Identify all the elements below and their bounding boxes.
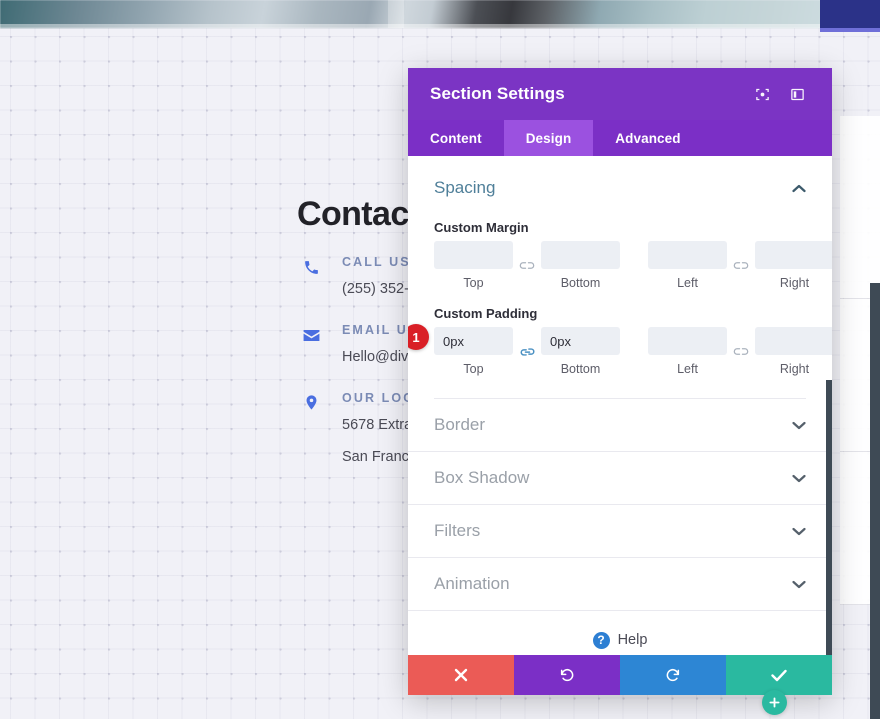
padding-bottom-input[interactable] <box>541 327 620 355</box>
margin-left-input[interactable] <box>648 241 727 269</box>
hero-seam-vertical <box>388 0 404 28</box>
margin-left-caption: Left <box>677 276 698 290</box>
accordion-label: Filters <box>434 521 481 540</box>
modal-tabs: Content Design Advanced <box>408 120 832 156</box>
chevron-down-icon[interactable] <box>792 580 806 589</box>
cancel-button[interactable] <box>408 655 514 695</box>
margin-top-caption: Top <box>463 276 484 290</box>
step-badge: 1 <box>408 324 429 350</box>
custom-margin-label: Custom Margin <box>434 220 529 235</box>
padding-left-caption: Left <box>677 362 698 376</box>
modal-title: Section Settings <box>430 84 565 103</box>
undo-button[interactable] <box>514 655 620 695</box>
chain-broken-icon[interactable] <box>727 338 755 366</box>
page-scrollbar-thumb[interactable] <box>870 283 880 719</box>
modal-footer <box>408 655 832 695</box>
margin-bottom-caption: Bottom <box>560 276 601 290</box>
padding-top-input[interactable] <box>434 327 513 355</box>
accordion-filters[interactable]: Filters <box>408 505 832 558</box>
accordion-label: Border <box>434 415 486 434</box>
margin-bottom-input[interactable] <box>541 241 620 269</box>
chevron-down-icon[interactable] <box>792 527 806 536</box>
padding-right-caption: Right <box>779 362 810 376</box>
modal-header: Section Settings <box>408 68 832 120</box>
close-icon <box>454 668 468 682</box>
modal-scrollbar-thumb[interactable] <box>826 380 832 655</box>
check-icon <box>771 669 787 682</box>
phone-icon <box>301 257 321 277</box>
help-label: Help <box>617 632 648 648</box>
add-button[interactable] <box>762 690 787 715</box>
accordion-label: Box Shadow <box>434 468 530 487</box>
chain-broken-icon[interactable] <box>513 252 541 280</box>
redo-icon <box>665 667 681 683</box>
envelope-icon <box>301 325 321 345</box>
padding-right-input[interactable] <box>755 327 832 355</box>
tab-design[interactable]: Design <box>503 120 594 156</box>
spacing-section: Spacing Custom Margin Top Bottom Left Ri… <box>408 156 832 399</box>
hero-seam <box>0 24 880 28</box>
chevron-up-icon[interactable] <box>792 184 806 193</box>
map-pin-icon <box>301 393 321 413</box>
chain-linked-icon[interactable] <box>513 338 541 366</box>
tab-advanced[interactable]: Advanced <box>593 120 702 156</box>
chevron-down-icon[interactable] <box>792 474 806 483</box>
accordion-animation[interactable]: Animation <box>408 558 832 611</box>
chevron-down-icon[interactable] <box>792 421 806 430</box>
layout-panel-icon[interactable] <box>784 81 810 107</box>
padding-top-caption: Top <box>463 362 484 376</box>
custom-padding-fields: 1 Top Bottom <box>408 324 832 376</box>
section-settings-modal: Section Settings Content Design Advanced… <box>408 68 832 695</box>
margin-top-input[interactable] <box>434 241 513 269</box>
padding-bottom-caption: Bottom <box>560 362 601 376</box>
modal-body: Spacing Custom Margin Top Bottom Left Ri… <box>408 156 832 655</box>
spacing-section-header[interactable]: Spacing <box>434 156 806 210</box>
accordion-box-shadow[interactable]: Box Shadow <box>408 452 832 505</box>
chain-broken-icon[interactable] <box>727 252 755 280</box>
padding-left-input[interactable] <box>648 327 727 355</box>
question-circle-icon: ? <box>592 631 610 649</box>
spacing-title: Spacing <box>434 178 496 197</box>
help-link[interactable]: ? Help <box>408 611 832 655</box>
custom-margin-fields: Top Bottom Left Right <box>434 241 832 290</box>
save-button[interactable] <box>726 655 832 695</box>
redo-button[interactable] <box>620 655 726 695</box>
tab-content[interactable]: Content <box>408 120 504 156</box>
undo-icon <box>559 667 575 683</box>
margin-right-caption: Right <box>779 276 810 290</box>
plus-icon <box>769 697 780 708</box>
custom-padding-label: Custom Padding <box>434 306 538 321</box>
fullscreen-icon[interactable] <box>749 81 775 107</box>
accordion-border[interactable]: Border <box>408 399 832 452</box>
accordion-label: Animation <box>434 574 510 593</box>
margin-right-input[interactable] <box>755 241 832 269</box>
page-scrollbar[interactable] <box>870 0 880 719</box>
